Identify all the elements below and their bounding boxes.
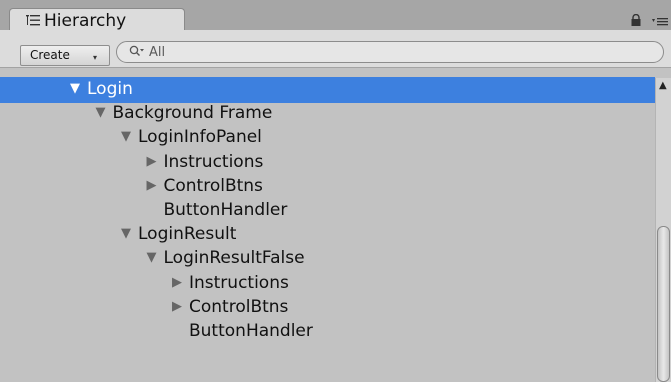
tree-row[interactable]: ▼ LoginResult: [0, 222, 655, 248]
hierarchy-list-icon: [26, 15, 40, 26]
search-icon[interactable]: [129, 45, 145, 58]
tree-row[interactable]: ButtonHandler: [0, 319, 655, 345]
tree-row[interactable]: ButtonHandler: [0, 198, 655, 224]
tree-item-label: Instructions: [163, 151, 264, 172]
tree-row[interactable]: ▼ LoginResultFalse: [0, 246, 655, 272]
expanded-arrow-icon[interactable]: ▼: [121, 130, 131, 144]
tree-item-label: Login: [87, 79, 133, 99]
tree-row[interactable]: ▼ Background Frame: [0, 101, 655, 127]
search-input[interactable]: [149, 43, 649, 61]
tree-item-label: LoginResult: [138, 224, 237, 245]
panel-menu-icon[interactable]: [652, 18, 668, 26]
tree-item-label: LoginResultFalse: [163, 248, 305, 269]
create-button[interactable]: Create ▾: [20, 45, 110, 66]
vertical-scrollbar[interactable]: ▲: [655, 78, 671, 382]
tree-row[interactable]: ▶ Instructions: [0, 271, 655, 297]
tree-item-label: ButtonHandler: [163, 200, 288, 220]
create-button-label: Create: [30, 48, 70, 62]
expanded-arrow-icon[interactable]: ▼: [121, 227, 131, 241]
panel-tab-bar: Hierarchy: [0, 0, 671, 34]
tree-item-label: ButtonHandler: [189, 321, 313, 341]
tree-item-label: Instructions: [189, 272, 289, 293]
lock-icon[interactable]: [630, 14, 642, 26]
tree-item-label: LoginInfoPanel: [138, 127, 262, 148]
tree-row[interactable]: ▼ LoginInfoPanel: [0, 125, 655, 151]
scroll-up-arrow-icon[interactable]: ▲: [659, 80, 667, 91]
collapsed-arrow-icon[interactable]: ▶: [147, 178, 157, 193]
chevron-down-icon: ▾: [93, 53, 98, 62]
expanded-arrow-icon[interactable]: ▼: [96, 106, 106, 120]
tree-item-label: ControlBtns: [163, 175, 263, 196]
hierarchy-toolbar: Create ▾: [0, 30, 671, 68]
tree-item-label: ControlBtns: [189, 296, 289, 317]
expanded-arrow-icon[interactable]: ▼: [147, 251, 157, 265]
tree-row[interactable]: ▶ ControlBtns: [0, 174, 655, 200]
collapsed-arrow-icon[interactable]: ▶: [147, 154, 157, 169]
tree-row[interactable]: ▶ ControlBtns: [0, 295, 655, 321]
tree-row[interactable]: ▶ Instructions: [0, 150, 655, 176]
search-field[interactable]: [116, 41, 664, 63]
hierarchy-tree: ▼ Login ▼ Background Frame ▼ LoginInfoPanel ▶ I…: [0, 77, 655, 382]
collapsed-arrow-icon[interactable]: ▶: [172, 299, 182, 314]
collapsed-arrow-icon[interactable]: ▶: [172, 275, 182, 290]
tab-title: Hierarchy: [44, 11, 127, 31]
expanded-arrow-icon[interactable]: ▼: [70, 82, 80, 96]
tree-item-label: Background Frame: [112, 103, 273, 124]
tree-row[interactable]: ▼ Login: [0, 77, 655, 103]
scrollbar-thumb[interactable]: [657, 226, 670, 382]
